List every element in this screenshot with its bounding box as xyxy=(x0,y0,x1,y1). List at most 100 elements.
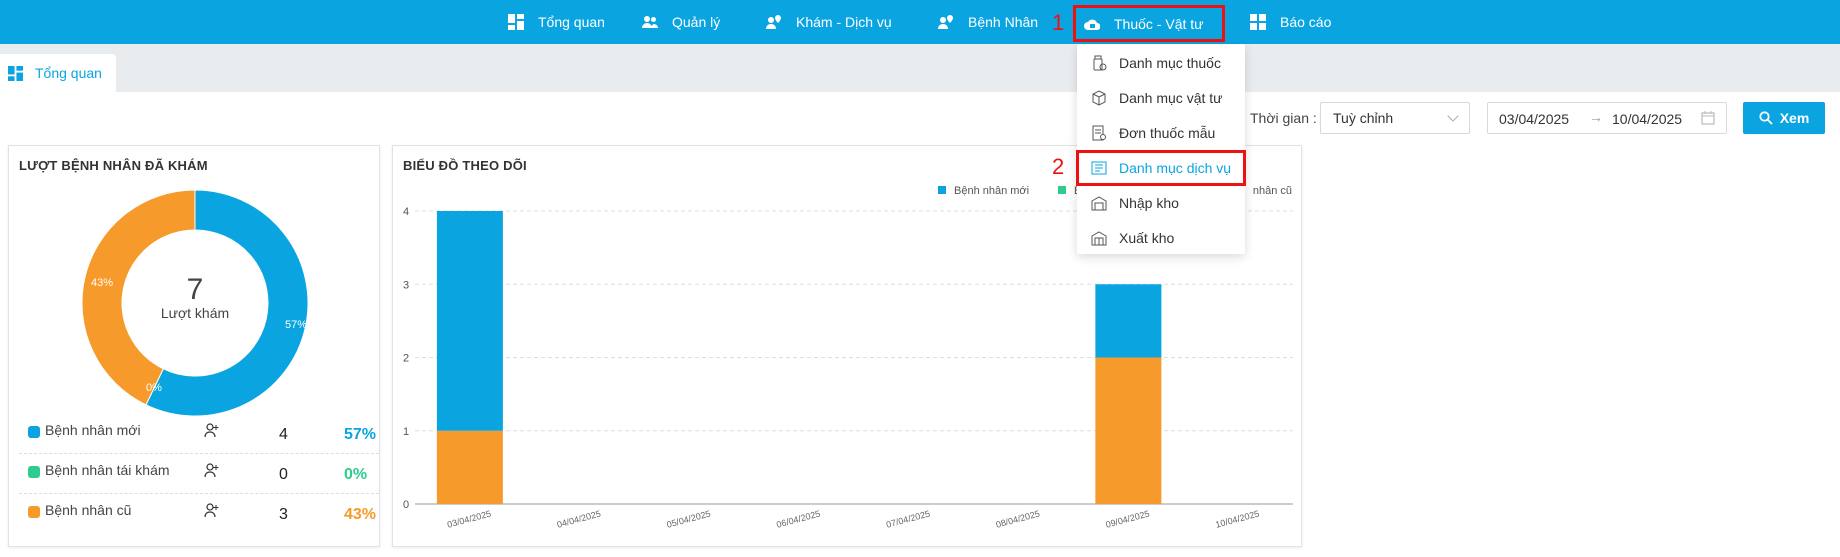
nav-tong-quan[interactable]: Tổng quan xyxy=(508,0,605,44)
warehouse-in-icon xyxy=(1091,196,1107,211)
date-to[interactable]: 10/04/2025 xyxy=(1612,111,1682,127)
tab-tong-quan[interactable]: Tổng quan xyxy=(0,54,116,92)
menu-item-danh-muc-dich-vu[interactable]: Danh mục dịch vụ xyxy=(1076,150,1246,186)
menu-item-label: Nhập kho xyxy=(1119,195,1179,211)
slice-label-returning: 0% xyxy=(146,382,162,394)
y-tick-label: 0 xyxy=(403,499,409,511)
box-icon xyxy=(1092,90,1106,106)
people-icon xyxy=(204,423,219,438)
warehouse-out-icon xyxy=(1091,231,1107,246)
legend-label: Bệnh nhân mới xyxy=(45,422,141,438)
menu-item-xuat-kho[interactable]: Xuất kho xyxy=(1077,221,1245,255)
menu-item-label: Đơn thuốc mẫu xyxy=(1119,125,1216,141)
nav-label: Báo cáo xyxy=(1280,14,1332,30)
legend-row-new: Bệnh nhân mới 4 57% xyxy=(19,416,379,454)
y-tick-label: 2 xyxy=(403,353,409,365)
nav-label: Bệnh Nhân xyxy=(968,14,1039,30)
view-button[interactable]: Xem xyxy=(1743,102,1825,134)
date-range-picker[interactable]: 03/04/2025 → 10/04/2025 xyxy=(1487,102,1727,134)
nav-quan-ly[interactable]: Quản lý xyxy=(642,0,720,44)
user-location-icon xyxy=(766,15,781,29)
legend-label: Bệnh nhân cũ xyxy=(45,502,132,518)
nav-benh-nhan[interactable]: Bệnh Nhân xyxy=(938,0,1038,44)
menu-item-don-thuoc-mau[interactable]: Đơn thuốc mẫu xyxy=(1077,116,1245,150)
legend-swatch xyxy=(28,466,40,478)
service-list-icon xyxy=(1091,161,1107,175)
date-from[interactable]: 03/04/2025 xyxy=(1499,111,1569,127)
visits-card: LƯỢT BỆNH NHÂN ĐÃ KHÁM 7 Lượt khám 57% 4… xyxy=(8,145,380,547)
menu-item-danh-muc-vat-tu[interactable]: Danh mục vật tư xyxy=(1077,81,1245,115)
menu-item-label: Xuất kho xyxy=(1119,230,1175,246)
legend-count: 3 xyxy=(279,506,288,523)
legend-swatch xyxy=(28,506,40,518)
x-tick-label: 03/04/2025 xyxy=(446,508,492,529)
menu-item-nhap-kho[interactable]: Nhập kho xyxy=(1077,186,1245,220)
range-type-select[interactable]: Tuỳ chỉnh xyxy=(1320,102,1470,134)
legend-count: 0 xyxy=(279,466,288,483)
dashboard-icon xyxy=(8,65,23,81)
slice-label-old: 43% xyxy=(91,277,113,289)
donut-total-label: Lượt khám xyxy=(161,305,229,321)
menu-item-label: Danh mục vật tư xyxy=(1119,90,1223,106)
range-type-value: Tuỳ chỉnh xyxy=(1333,110,1394,126)
y-tick-label: 1 xyxy=(403,426,409,438)
y-tick-label: 4 xyxy=(403,206,409,218)
legend-percent: 57% xyxy=(344,426,377,443)
nav-kham-dich-vu[interactable]: Khám - Dịch vụ xyxy=(766,0,892,44)
arrow-right-icon: → xyxy=(1589,109,1603,125)
bar-segment xyxy=(436,211,503,431)
report-grid-icon xyxy=(1250,14,1266,30)
time-label: Thời gian : xyxy=(1250,110,1317,126)
donut-slice xyxy=(81,189,196,406)
annotation-step-2: 2 xyxy=(1052,154,1065,179)
dashboard-icon xyxy=(508,14,524,30)
chart-legend-old: nhân cũ xyxy=(1253,185,1292,197)
chevron-down-icon xyxy=(1447,110,1459,122)
top-navigation: Tổng quan Quản lý Khám - Dịch vụ Bệnh Nh… xyxy=(0,0,1840,44)
legend-percent: 0% xyxy=(344,466,368,483)
calendar-icon xyxy=(1701,111,1715,125)
menu-item-danh-muc-thuoc[interactable]: Danh mục thuốc xyxy=(1077,46,1245,80)
legend-count: 4 xyxy=(279,426,288,443)
prescription-icon xyxy=(1092,125,1106,141)
donut-total: 7 xyxy=(187,273,204,306)
slice-label-new: 57% xyxy=(285,319,307,331)
bar-segment xyxy=(1095,357,1162,504)
annotation-step-1: 1 xyxy=(1052,10,1065,35)
nav-label: Tổng quan xyxy=(538,14,605,30)
chart-legend-new: Bệnh nhân mới xyxy=(954,185,1029,197)
people-icon xyxy=(204,463,219,478)
patient-icon xyxy=(938,15,953,29)
legend-label: Bệnh nhân tái khám xyxy=(45,462,170,478)
x-tick-label: 05/04/2025 xyxy=(666,508,712,529)
users-icon xyxy=(642,16,658,28)
bar-segment xyxy=(1095,284,1162,358)
thuoc-vat-tu-menu: Danh mục thuốc Danh mục vật tư Đơn thuốc… xyxy=(1076,44,1246,255)
legend-row-old: Bệnh nhân cũ 3 43% xyxy=(19,496,379,534)
nav-thuoc-vat-tu[interactable]: Thuốc - Vật tư xyxy=(1073,5,1225,42)
people-icon xyxy=(204,503,219,518)
search-icon xyxy=(1759,111,1773,125)
tab-strip: Tổng quan xyxy=(0,44,1840,92)
menu-item-label: Danh mục dịch vụ xyxy=(1119,160,1232,176)
y-tick-label: 3 xyxy=(403,279,409,291)
x-tick-label: 08/04/2025 xyxy=(995,508,1041,529)
x-tick-label: 04/04/2025 xyxy=(556,508,602,529)
medicine-cloud-icon xyxy=(1084,19,1100,30)
legend-swatch-returning xyxy=(1058,186,1066,194)
menu-item-label: Danh mục thuốc xyxy=(1119,55,1221,71)
x-tick-label: 07/04/2025 xyxy=(885,508,931,529)
pill-bottle-icon xyxy=(1093,55,1107,71)
x-tick-label: 09/04/2025 xyxy=(1105,508,1151,529)
legend-percent: 43% xyxy=(344,506,377,523)
nav-label: Thuốc - Vật tư xyxy=(1114,15,1204,32)
legend-swatch-new xyxy=(938,186,946,194)
legend-swatch xyxy=(28,426,40,438)
donut-chart: 7 Lượt khám 57% 43% 0% xyxy=(81,189,309,416)
view-button-label: Xem xyxy=(1779,110,1810,126)
nav-label: Quản lý xyxy=(672,14,721,30)
tab-label: Tổng quan xyxy=(35,65,102,81)
legend-row-returning: Bệnh nhân tái khám 0 0% xyxy=(19,456,379,494)
nav-bao-cao[interactable]: Báo cáo xyxy=(1250,0,1331,44)
nav-label: Khám - Dịch vụ xyxy=(796,14,892,30)
